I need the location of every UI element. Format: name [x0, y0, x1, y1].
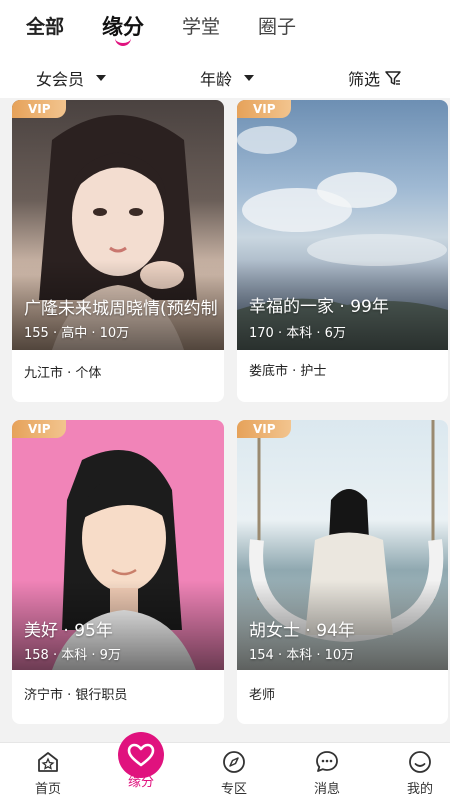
- profile-card[interactable]: VIP 广隆未来城周晓情(预约制 155 · 高中 · 10万 九江市 · 个体: [12, 100, 224, 402]
- profile-meta: 155 · 高中 · 10万: [24, 326, 130, 341]
- screen-filter-label: 筛选: [348, 70, 381, 89]
- home-icon: [38, 752, 58, 772]
- profile-meta: 154 · 本科 · 10万: [249, 648, 355, 663]
- tab-fate-label: 缘分: [102, 15, 145, 39]
- bottom-nav: 首页 缘分 专区 消息 我的: [0, 742, 450, 800]
- nav-home[interactable]: 首页: [18, 749, 78, 797]
- caret-down-icon: [244, 75, 255, 81]
- nav-messages-label: 消息: [313, 782, 340, 797]
- vip-badge: VIP: [12, 420, 66, 438]
- vip-badge: VIP: [237, 100, 291, 118]
- profile-location: 娄底市 · 护士: [249, 364, 327, 379]
- age-filter-dropdown[interactable]: 年龄: [200, 66, 255, 90]
- vip-badge: VIP: [12, 100, 66, 118]
- profile-meta: 158 · 本科 · 9万: [24, 648, 121, 663]
- smiley-icon: [409, 751, 431, 773]
- caret-down-icon: [96, 75, 107, 81]
- profile-location: 九江市 · 个体: [24, 366, 102, 381]
- profile-location: 济宁市 · 银行职员: [24, 688, 128, 703]
- profile-name: 胡女士 · 94年: [249, 621, 355, 641]
- vip-badge: VIP: [237, 420, 291, 438]
- profile-card[interactable]: VIP 胡女士 · 94年 154 · 本科 · 10万 老师: [237, 420, 448, 724]
- nav-messages[interactable]: 消息: [297, 749, 357, 797]
- profile-name: 美好 · 95年: [24, 621, 113, 641]
- member-filter-dropdown[interactable]: 女会员: [36, 66, 107, 90]
- heart-icon: [127, 743, 155, 767]
- member-filter-label: 女会员: [36, 70, 85, 89]
- tab-fate[interactable]: 缘分: [102, 14, 144, 48]
- filter-bar: 女会员 年龄 筛选: [0, 58, 450, 98]
- nav-me[interactable]: 我的: [390, 749, 450, 797]
- tab-circle[interactable]: 圈子: [258, 14, 296, 48]
- filter-funnel-icon: [385, 71, 401, 85]
- screen-filter-button[interactable]: 筛选: [348, 66, 402, 90]
- profile-meta: 170 · 本科 · 6万: [249, 326, 346, 341]
- nav-zone[interactable]: 专区: [204, 749, 264, 797]
- top-tab-bar: 全部 缘分 学堂 圈子: [0, 0, 450, 58]
- profile-card[interactable]: VIP 美好 · 95年 158 · 本科 · 9万 济宁市 · 银行职员: [12, 420, 224, 724]
- nav-zone-label: 专区: [220, 782, 247, 797]
- profile-name: 广隆未来城周晓情(预约制: [24, 299, 218, 319]
- profile-location: 老师: [249, 688, 276, 703]
- nav-fate-heart-button[interactable]: [118, 732, 164, 778]
- compass-icon: [223, 751, 245, 773]
- age-filter-label: 年龄: [200, 70, 233, 89]
- profile-card[interactable]: VIP 幸福的一家 · 99年 170 · 本科 · 6万 娄底市 · 护士: [237, 100, 448, 402]
- active-tab-indicator: [115, 38, 132, 46]
- nav-home-label: 首页: [34, 782, 61, 797]
- tab-school[interactable]: 学堂: [182, 14, 220, 48]
- profile-name: 幸福的一家 · 99年: [249, 297, 389, 317]
- nav-me-label: 我的: [406, 782, 433, 797]
- tab-all[interactable]: 全部: [26, 14, 64, 48]
- chat-bubble-icon: [316, 751, 338, 772]
